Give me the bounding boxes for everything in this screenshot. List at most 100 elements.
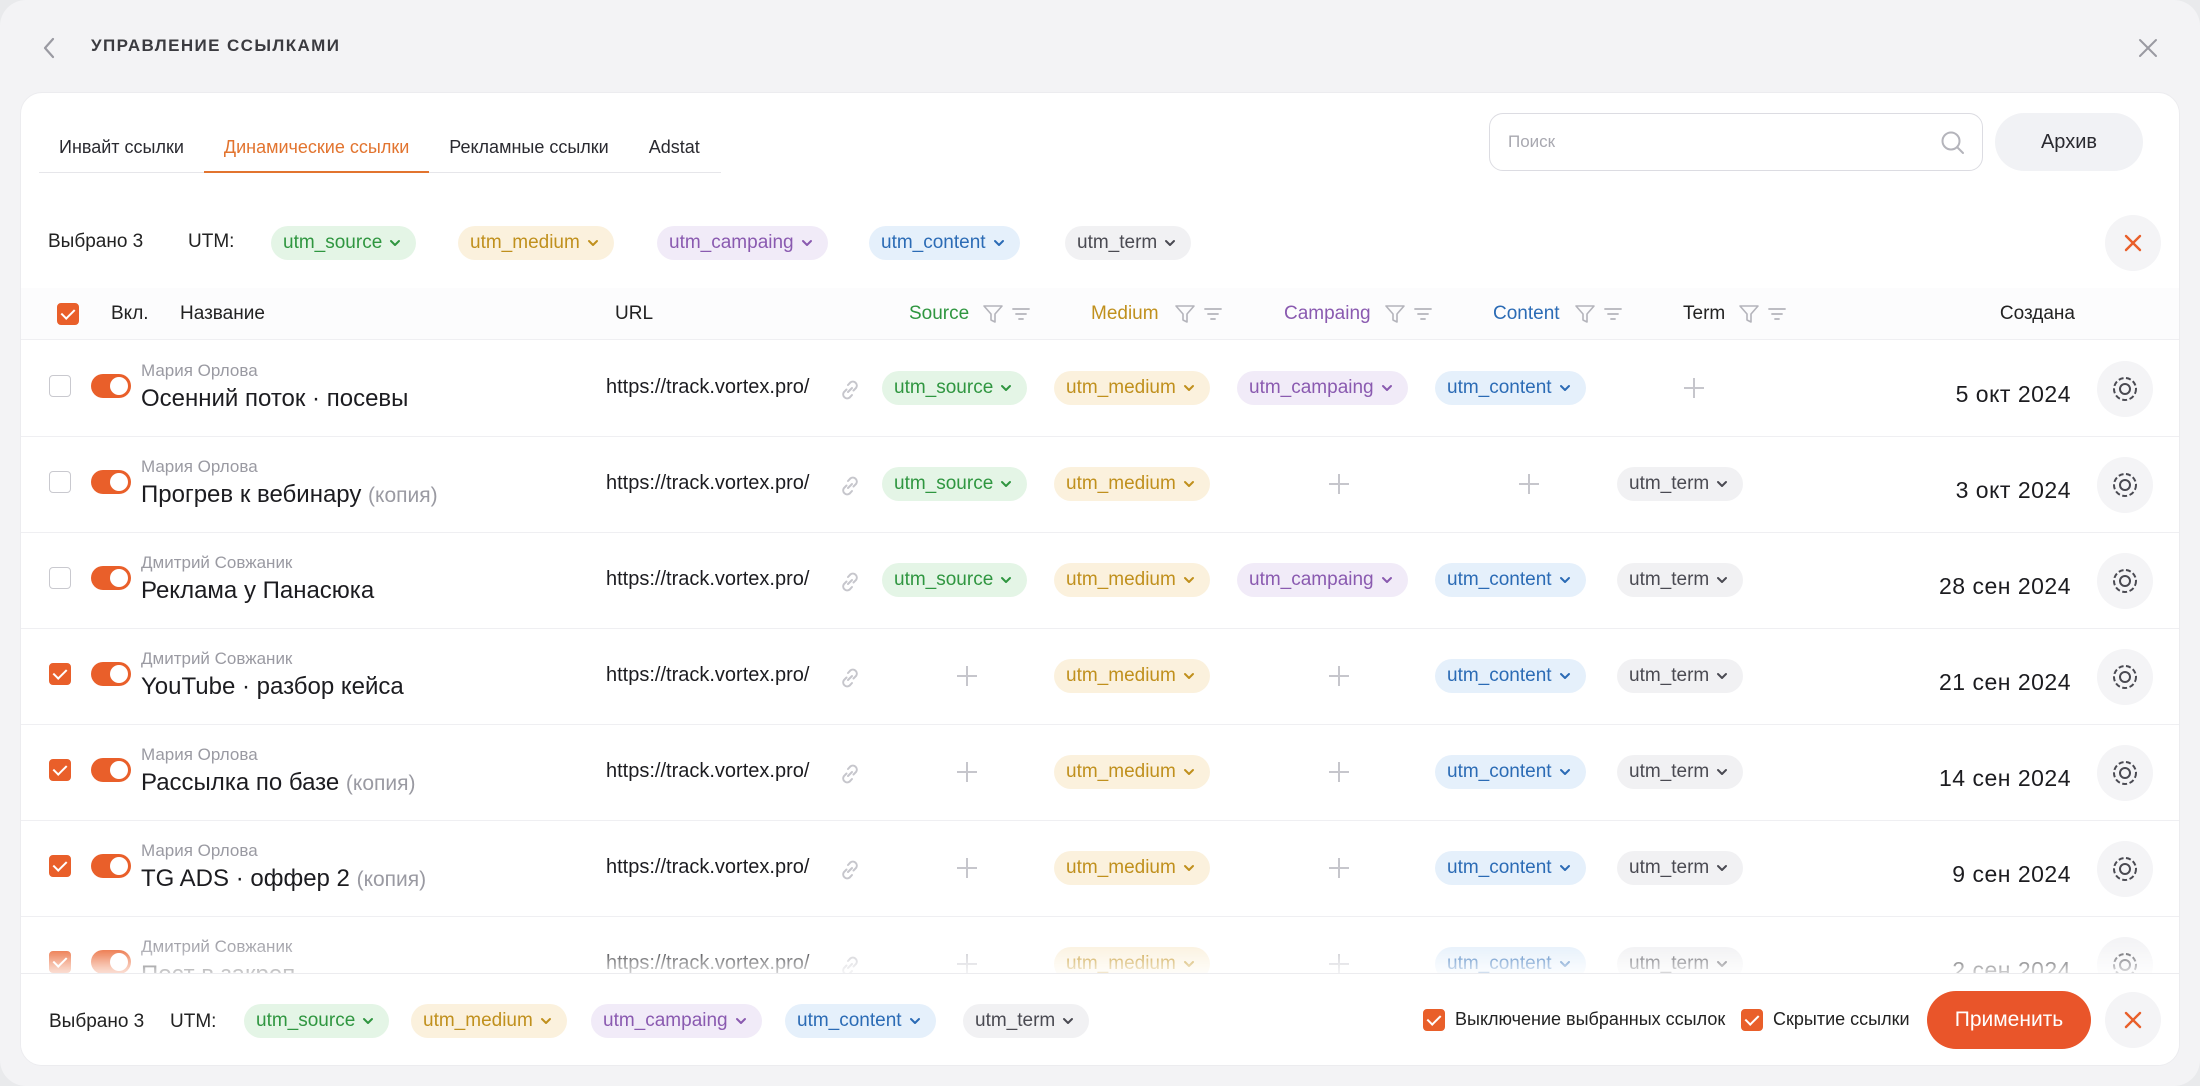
filter-icon[interactable] [1573,302,1597,326]
row-enable-toggle[interactable] [91,470,131,494]
row-settings-button[interactable] [2097,841,2153,897]
filter-icon[interactable] [1173,302,1197,326]
select-all-checkbox[interactable] [57,303,79,325]
table-row[interactable]: Дмитрий Совжаник Реклама у Панасюка https:… [21,533,2179,629]
row-enable-toggle[interactable] [91,950,131,974]
row-utm-source[interactable]: utm_source [882,467,1028,501]
close-modal-button[interactable] [2130,30,2166,66]
row-link-name[interactable]: Осенний поток · посевы [141,385,408,413]
column-created[interactable]: Создана [2000,303,2075,325]
row-checkbox[interactable] [49,951,71,973]
column-content[interactable]: Content [1493,303,1560,325]
copy-link-icon[interactable] [837,569,863,595]
row-enable-toggle[interactable] [91,662,131,686]
row-utm-campaing[interactable]: utm_campaing [1237,563,1408,597]
add-utm-campaing-icon[interactable] [1327,856,1351,880]
row-utm-term[interactable]: utm_term [1617,467,1744,501]
utm-campaing-filter[interactable]: utm_campaing [657,226,828,260]
sort-icon[interactable] [1411,302,1435,326]
copy-link-icon[interactable] [837,665,863,691]
row-utm-medium[interactable]: utm_medium [1054,371,1210,405]
row-link-name[interactable]: YouTube · разбор кейса [141,673,404,701]
bulk-utm-campaing[interactable]: utm_campaing [591,1004,762,1038]
row-utm-content[interactable]: utm_content [1435,659,1586,693]
row-checkbox[interactable] [49,375,71,397]
utm-source-filter[interactable]: utm_source [271,226,417,260]
filter-icon[interactable] [1383,302,1407,326]
row-settings-button[interactable] [2097,649,2153,705]
row-checkbox[interactable] [49,663,71,685]
utm-content-filter[interactable]: utm_content [869,226,1020,260]
search-icon[interactable] [1940,130,1966,156]
utm-medium-filter[interactable]: utm_medium [458,226,614,260]
sort-icon[interactable] [1765,302,1789,326]
row-utm-medium[interactable]: utm_medium [1054,563,1210,597]
copy-link-icon[interactable] [837,857,863,883]
row-checkbox[interactable] [49,855,71,877]
row-enable-toggle[interactable] [91,854,131,878]
sort-icon[interactable] [1601,302,1625,326]
table-row[interactable]: Мария Орлова Прогрев к вебинару (копия) ht… [21,437,2179,533]
column-campaing[interactable]: Campaing [1284,303,1371,325]
row-link-name[interactable]: Реклама у Панасюка [141,577,374,605]
column-name[interactable]: Название [180,303,265,325]
filter-icon[interactable] [981,302,1005,326]
add-utm-content-icon[interactable] [1517,472,1541,496]
row-enable-toggle[interactable] [91,374,131,398]
search-input[interactable] [1508,114,1928,170]
bulk-utm-content[interactable]: utm_content [785,1004,936,1038]
tab-dynamic-links[interactable]: Динамические ссылки [203,123,430,173]
bulk-utm-medium[interactable]: utm_medium [411,1004,567,1038]
row-utm-medium[interactable]: utm_medium [1054,755,1210,789]
row-utm-term[interactable]: utm_term [1617,755,1744,789]
row-utm-medium[interactable]: utm_medium [1054,851,1210,885]
utm-term-filter[interactable]: utm_term [1065,226,1192,260]
hide-link-checkbox[interactable] [1741,1009,1763,1031]
tab-invite-links[interactable]: Инвайт ссылки [39,123,204,173]
row-utm-content[interactable]: utm_content [1435,755,1586,789]
row-utm-medium[interactable]: utm_medium [1054,659,1210,693]
copy-link-icon[interactable] [837,377,863,403]
row-link-name[interactable]: Прогрев к вебинару (копия) [141,481,438,509]
row-utm-content[interactable]: utm_content [1435,563,1586,597]
clear-selection-button[interactable] [2105,215,2161,271]
row-settings-button[interactable] [2097,361,2153,417]
copy-link-icon[interactable] [837,473,863,499]
row-settings-button[interactable] [2097,745,2153,801]
row-settings-button[interactable] [2097,457,2153,513]
table-row[interactable]: Дмитрий Совжаник YouTube · разбор кейса ht… [21,629,2179,725]
row-utm-medium[interactable]: utm_medium [1054,467,1210,501]
disable-links-checkbox[interactable] [1423,1009,1445,1031]
column-term[interactable]: Term [1683,303,1725,325]
column-medium[interactable]: Medium [1091,303,1159,325]
row-utm-term[interactable]: utm_term [1617,851,1744,885]
row-utm-content[interactable]: utm_content [1435,371,1586,405]
filter-icon[interactable] [1737,302,1761,326]
table-row[interactable]: Мария Орлова Осенний поток · посевы https:… [21,341,2179,437]
row-link-name[interactable]: Рассылка по базе (копия) [141,769,415,797]
row-link-name[interactable]: TG ADS · оффер 2 (копия) [141,865,426,893]
row-utm-content[interactable]: utm_content [1435,851,1586,885]
bulk-utm-source[interactable]: utm_source [244,1004,390,1038]
apply-button[interactable]: Применить [1927,991,2091,1049]
bulk-utm-term[interactable]: utm_term [963,1004,1090,1038]
row-enable-toggle[interactable] [91,566,131,590]
row-utm-campaing[interactable]: utm_campaing [1237,371,1408,405]
add-utm-source-icon[interactable] [955,664,979,688]
add-utm-source-icon[interactable] [955,856,979,880]
column-source[interactable]: Source [909,303,969,325]
add-utm-campaing-icon[interactable] [1327,760,1351,784]
add-utm-campaing-icon[interactable] [1327,472,1351,496]
cancel-bulk-button[interactable] [2105,992,2161,1048]
table-row[interactable]: Мария Орлова Рассылка по базе (копия) http… [21,725,2179,821]
row-utm-term[interactable]: utm_term [1617,563,1744,597]
row-utm-source[interactable]: utm_source [882,371,1028,405]
row-checkbox[interactable] [49,759,71,781]
tab-adstat[interactable]: Adstat [629,123,720,173]
add-utm-source-icon[interactable] [955,760,979,784]
archive-button[interactable]: Архив [1995,113,2143,171]
row-utm-source[interactable]: utm_source [882,563,1028,597]
row-enable-toggle[interactable] [91,758,131,782]
copy-link-icon[interactable] [837,761,863,787]
table-row[interactable]: Мария Орлова TG ADS · оффер 2 (копия) http… [21,821,2179,917]
